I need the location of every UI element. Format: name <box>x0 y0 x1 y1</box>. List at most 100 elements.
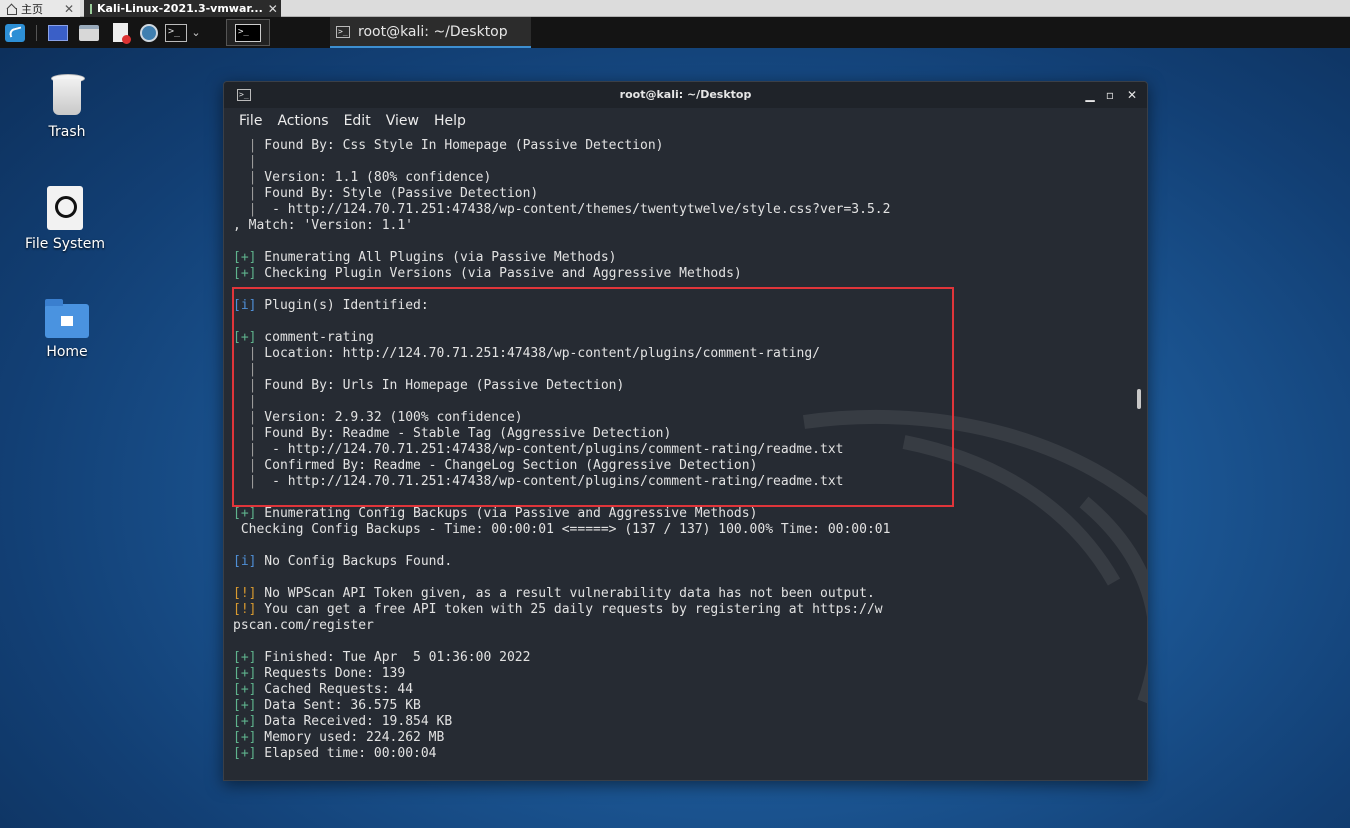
workspace-switcher[interactable]: >_ <box>226 19 270 46</box>
host-tab-home-label: 主页 <box>21 2 43 16</box>
desktop-icon-home[interactable]: Home <box>12 298 122 360</box>
terminal-segment <box>233 154 249 169</box>
terminal-line: | - http://124.70.71.251:47438/wp-conten… <box>233 474 1133 490</box>
terminal-line: | <box>233 154 1133 170</box>
terminal-output[interactable]: | Found By: Css Style In Homepage (Passi… <box>233 138 1133 774</box>
desktop-icon-label: Home <box>46 344 88 360</box>
terminal-segment: Found By: Readme - Stable Tag (Aggressiv… <box>256 426 672 441</box>
terminal-segment: [+] <box>233 698 257 713</box>
terminal-line: | Found By: Style (Passive Detection) <box>233 186 1133 202</box>
taskbar-window-button[interactable]: >_ root@kali: ~/Desktop <box>330 17 531 48</box>
terminal-segment: Plugin(s) Identified: <box>256 298 429 313</box>
terminal-segment: You can get a free API token with 25 dai… <box>256 602 883 617</box>
web-browser-button[interactable] <box>137 21 161 44</box>
terminal-icon: >_ <box>165 23 187 42</box>
terminal-segment <box>233 202 249 217</box>
terminal-segment: Version: 1.1 (80% confidence) <box>256 170 492 185</box>
host-tab-strip: 主页 ✕ Kali-Linux-2021.3-vmwar... ✕ <box>0 0 1350 17</box>
terminal-segment: Checking Config Backups - Time: 00:00:01… <box>233 522 891 537</box>
host-tab-home[interactable]: 主页 ✕ <box>0 0 80 17</box>
terminal-segment <box>233 474 249 489</box>
desktop-icon-trash[interactable]: Trash <box>12 74 122 140</box>
terminal-segment <box>233 442 249 457</box>
host-tab-vm[interactable]: Kali-Linux-2021.3-vmwar... ✕ <box>84 0 281 17</box>
terminal-segment: No WPScan API Token given, as a result v… <box>256 586 875 601</box>
drive-icon <box>47 186 83 230</box>
terminal-segment: Location: http://124.70.71.251:47438/wp-… <box>256 346 821 361</box>
desktop-icon-file-system[interactable]: File System <box>10 186 120 252</box>
terminal-title: root@kali: ~/Desktop <box>619 88 752 101</box>
panel-separator <box>36 25 37 41</box>
desktop-icon <box>48 24 68 41</box>
terminal-line: | Version: 1.1 (80% confidence) <box>233 170 1133 186</box>
terminal-segment: [!] <box>233 602 257 617</box>
terminal-segment: Requests Done: 139 <box>256 666 406 681</box>
terminal-segment <box>233 410 249 425</box>
terminal-segment: Enumerating Config Backups (via Passive … <box>256 506 758 521</box>
terminal-segment: Data Sent: 36.575 KB <box>256 698 421 713</box>
home-folder-icon <box>45 299 89 338</box>
close-icon[interactable]: ✕ <box>1123 86 1141 104</box>
terminal-segment: - http://124.70.71.251:47438/wp-content/… <box>256 474 844 489</box>
terminal-segment <box>233 458 249 473</box>
terminal-launcher-button[interactable]: >_ <box>164 21 188 44</box>
minimize-icon[interactable]: ▁ <box>1081 86 1099 104</box>
terminal-segment <box>233 346 249 361</box>
terminal-segment <box>233 426 249 441</box>
terminal-line: | - http://124.70.71.251:47438/wp-conten… <box>233 202 1133 218</box>
desktop-icon-label: File System <box>24 236 106 252</box>
file-manager-button[interactable] <box>77 21 101 44</box>
terminal-line: | Found By: Urls In Homepage (Passive De… <box>233 378 1133 394</box>
terminal-line: [+] comment-rating <box>233 330 1133 346</box>
kali-menu-button[interactable] <box>2 21 28 44</box>
vm-icon <box>90 3 92 14</box>
terminal-segment: [+] <box>233 650 257 665</box>
terminal-titlebar[interactable]: >_ root@kali: ~/Desktop ▁ ▫ ✕ <box>224 82 1147 108</box>
terminal-segment: Version: 2.9.32 (100% confidence) <box>256 410 523 425</box>
terminal-segment: - http://124.70.71.251:47438/wp-content/… <box>256 442 844 457</box>
text-editor-icon <box>112 23 131 44</box>
terminal-line: | Found By: Readme - Stable Tag (Aggress… <box>233 426 1133 442</box>
terminal-segment: [+] <box>233 746 257 761</box>
terminal-segment: [+] <box>233 266 257 281</box>
home-icon <box>6 4 17 15</box>
close-icon[interactable]: ✕ <box>268 2 278 16</box>
maximize-icon[interactable]: ▫ <box>1101 86 1119 104</box>
menu-file[interactable]: File <box>239 108 262 134</box>
show-desktop-button[interactable] <box>46 21 70 44</box>
terminal-icon: >_ <box>336 25 350 38</box>
terminal-window[interactable]: >_ root@kali: ~/Desktop ▁ ▫ ✕ File Actio… <box>223 81 1148 781</box>
terminal-line: [+] Data Sent: 36.575 KB <box>233 698 1133 714</box>
terminal-segment: comment-rating <box>256 330 374 345</box>
top-panel: >_ ⌄ >_ >_ root@kali: ~/Desktop <box>0 17 1350 48</box>
taskbar-window-title: root@kali: ~/Desktop <box>358 23 508 40</box>
terminal-segment: [i] <box>233 554 257 569</box>
terminal-line: | <box>233 394 1133 410</box>
terminal-line: [+] Checking Plugin Versions (via Passiv… <box>233 266 1133 282</box>
text-editor-button[interactable] <box>108 21 132 44</box>
terminal-segment <box>233 362 249 377</box>
terminal-segment: Enumerating All Plugins (via Passive Met… <box>256 250 617 265</box>
menu-view[interactable]: View <box>386 108 419 134</box>
terminal-line: [i] No Config Backups Found. <box>233 554 1133 570</box>
terminal-segment: Data Received: 19.854 KB <box>256 714 453 729</box>
terminal-segment: Confirmed By: Readme - ChangeLog Section… <box>256 458 758 473</box>
menu-actions[interactable]: Actions <box>277 108 328 134</box>
terminal-line: [i] Plugin(s) Identified: <box>233 298 1133 314</box>
terminal-segment: Checking Plugin Versions (via Passive an… <box>256 266 742 281</box>
menu-help[interactable]: Help <box>434 108 466 134</box>
terminal-line: | <box>233 362 1133 378</box>
terminal-segment: [+] <box>233 330 257 345</box>
launcher-dropdown[interactable]: ⌄ <box>188 21 204 44</box>
terminal-line: [+] Data Received: 19.854 KB <box>233 714 1133 730</box>
terminal-line: [+] Enumerating All Plugins (via Passive… <box>233 250 1133 266</box>
menu-edit[interactable]: Edit <box>344 108 371 134</box>
terminal-scrollbar-thumb[interactable] <box>1137 389 1141 409</box>
close-icon[interactable]: ✕ <box>64 2 74 16</box>
terminal-menubar: File Actions Edit View Help <box>224 108 1147 134</box>
